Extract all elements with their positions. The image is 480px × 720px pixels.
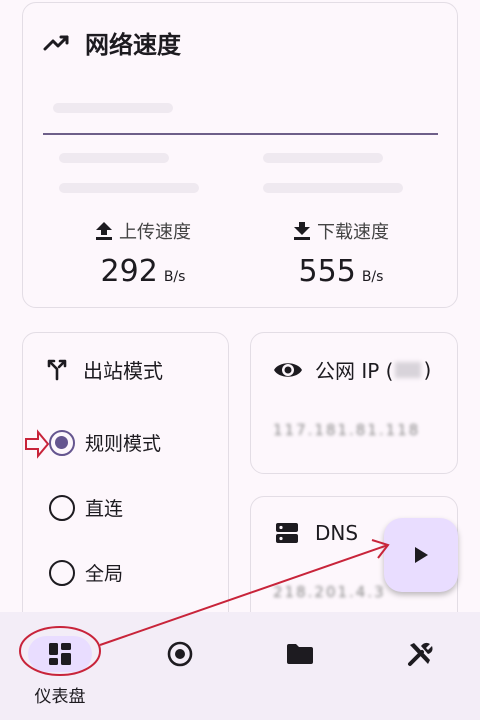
public-ip-card[interactable]: 公网 IP ( ) 117.181.81.118 <box>250 332 458 474</box>
outbound-mode-card: 出站模式 规则模式 直连 全局 <box>22 332 229 632</box>
dashboard-icon <box>49 643 71 665</box>
bottom-navigation: 仪表盘 <box>0 612 480 720</box>
upload-unit: B/s <box>163 269 186 285</box>
route-split-icon <box>47 359 67 380</box>
upload-icon <box>96 222 112 240</box>
target-icon <box>167 641 193 667</box>
tools-icon <box>408 642 433 666</box>
nav-item-tools[interactable] <box>360 612 480 720</box>
outbound-mode-title: 出站模式 <box>83 359 163 383</box>
folder-icon <box>287 644 313 664</box>
network-speed-header: 网络速度 <box>43 25 181 60</box>
nav-active-indicator <box>28 636 92 672</box>
mode-option-label: 直连 <box>85 498 124 520</box>
upload-value: 292 <box>100 254 158 289</box>
public-ip-header: 公网 IP ( ) <box>273 355 431 384</box>
mode-option-label: 全局 <box>85 563 124 585</box>
nav-label-dashboard: 仪表盘 <box>34 687 86 707</box>
trending-icon <box>43 35 69 50</box>
public-ip-title-end: ) <box>423 357 432 382</box>
graph-blur <box>59 183 199 193</box>
network-speed-card: 网络速度 上传速度 292 B/s 下载速度 555 B/s <box>22 2 458 308</box>
outbound-mode-header: 出站模式 <box>45 355 163 384</box>
public-ip-value: 117.181.81.118 <box>273 421 421 439</box>
download-speed: 下载速度 555 B/s <box>261 218 421 289</box>
public-ip-title: 公网 IP ( <box>315 359 394 383</box>
eye-icon <box>274 362 302 377</box>
nav-icon-container <box>388 636 452 672</box>
server-icon <box>276 523 298 543</box>
radio-rule[interactable] <box>49 429 75 456</box>
nav-icon-container <box>268 636 332 672</box>
download-value: 555 <box>298 254 356 289</box>
network-speed-title: 网络速度 <box>85 31 181 59</box>
dns-header: DNS <box>275 521 358 545</box>
nav-icon-container <box>148 636 212 672</box>
mode-option-direct[interactable]: 直连 <box>49 494 123 521</box>
download-unit: B/s <box>361 269 384 285</box>
nav-item-profiles[interactable] <box>240 612 360 720</box>
country-blur <box>395 361 422 378</box>
mode-option-label: 规则模式 <box>85 433 162 455</box>
radio-direct[interactable] <box>49 494 75 521</box>
graph-blur <box>263 153 383 163</box>
download-label: 下载速度 <box>317 222 389 243</box>
graph-blur <box>263 183 403 193</box>
radio-global[interactable] <box>49 559 75 586</box>
play-icon <box>415 547 428 563</box>
graph-blur <box>53 103 173 113</box>
mode-option-global[interactable]: 全局 <box>49 559 123 586</box>
upload-speed: 上传速度 292 B/s <box>63 218 223 289</box>
upload-label: 上传速度 <box>119 222 191 243</box>
nav-item-proxies[interactable] <box>120 612 240 720</box>
dns-value: 218.201.4.3 <box>273 583 386 601</box>
start-fab-button[interactable] <box>384 518 458 592</box>
speed-graph-baseline <box>43 133 438 135</box>
mode-option-rule[interactable]: 规则模式 <box>49 429 161 456</box>
download-icon <box>294 222 310 240</box>
graph-blur <box>59 153 169 163</box>
nav-item-dashboard[interactable]: 仪表盘 <box>0 612 120 720</box>
dns-title: DNS <box>315 521 359 545</box>
